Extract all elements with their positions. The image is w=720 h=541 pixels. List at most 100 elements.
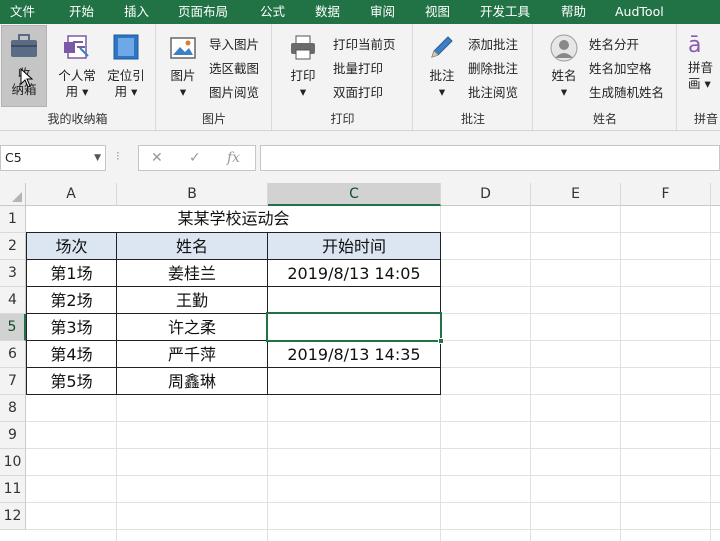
column-header-b[interactable]: B [117,183,268,206]
gridline [26,421,720,422]
row-header-3[interactable]: 3 [0,260,26,287]
table-cell[interactable]: 严千萍 [117,341,267,368]
tab-file[interactable]: 文件 [10,0,35,24]
table-cell[interactable]: 2019/8/13 14:35 [268,341,440,368]
table-border [26,286,441,287]
tab-developer[interactable]: 开发工具 [480,0,530,24]
sheet-title-cell[interactable]: 某某学校运动会 [27,206,440,232]
row-header-1[interactable]: 1 [0,206,26,233]
group-label-image: 图片 [201,112,226,126]
name-add-space-label: 姓名加空格 [589,61,652,76]
group-image: 图片 ▾ 导入图片 选区截图 图片阅览 图片 [157,24,272,130]
column-header-f[interactable]: F [621,183,711,206]
header-cell-round[interactable]: 场次 [27,233,116,260]
active-cell-selection[interactable] [266,312,444,344]
table-border [26,394,441,395]
column-header-d[interactable]: D [441,183,531,206]
comment-view-button[interactable]: 批注阅览 [468,82,518,104]
name-label: 姓名 ▾ [551,68,577,99]
header-cell-start-time[interactable]: 开始时间 [268,233,440,260]
comment-button[interactable]: 批注 ▾ [424,34,460,100]
table-cell[interactable]: 2019/8/13 14:05 [268,260,440,287]
locate-reference-button[interactable]: 定位引 用 ▾ [102,32,150,100]
locate-reference-icon [113,34,139,60]
print-button[interactable]: 打印 ▾ [285,34,321,100]
table-cell[interactable]: 许之柔 [117,314,267,341]
picture-icon [170,37,196,59]
formula-input[interactable] [260,145,720,171]
batch-print-button[interactable]: 批量打印 [333,58,383,80]
tab-review[interactable]: 审阅 [370,0,395,24]
tab-insert[interactable]: 插入 [124,0,149,24]
table-cell[interactable]: 第3场 [27,314,116,341]
tab-page-layout[interactable]: 页面布局 [178,0,228,24]
random-name-button[interactable]: 生成随机姓名 [589,82,664,104]
table-cell[interactable]: 第1场 [27,260,116,287]
tab-view[interactable]: 视图 [425,0,450,24]
random-name-label: 生成随机姓名 [589,85,665,100]
table-border [26,259,441,260]
gridline [26,448,720,449]
cancel-icon[interactable]: ✕ [151,146,163,170]
column-header-a[interactable]: A [26,183,117,206]
name-button[interactable]: 姓名 ▾ [546,34,582,100]
tab-data[interactable]: 数据 [315,0,340,24]
pinyin-button[interactable]: ā 拼音 画 ▾ [688,32,720,92]
row-header-8[interactable]: 8 [0,395,26,422]
select-all-corner[interactable] [0,183,26,206]
delete-comment-button[interactable]: 删除批注 [468,58,518,80]
image-button[interactable]: 图片 ▾ [165,34,201,100]
personal-common-button[interactable]: 个人常 用 ▾ [52,32,102,100]
worksheet-grid[interactable]: A B C D E F 1 2 3 4 5 6 7 8 9 10 11 12 某… [0,183,720,541]
region-capture-button[interactable]: 选区截图 [209,58,259,80]
import-image-label: 导入图片 [209,37,260,52]
group-comment: 批注 ▾ 添加批注 删除批注 批注阅览 批注 [414,24,533,130]
row-header-7[interactable]: 7 [0,368,26,395]
header-cell-name[interactable]: 姓名 [117,233,267,260]
group-pinyin: ā 拼音 画 ▾ 拼音 [678,24,720,130]
print-label: 打印 ▾ [290,68,316,99]
delete-comment-label: 删除批注 [468,61,519,76]
column-header-e[interactable]: E [531,183,621,206]
table-cell[interactable]: 第2场 [27,287,116,314]
row-header-5[interactable]: 5 [0,314,26,341]
row-header-12[interactable]: 12 [0,503,26,530]
duplex-print-label: 双面打印 [333,85,384,100]
name-add-space-button[interactable]: 姓名加空格 [589,58,652,80]
personal-document-icon [64,35,89,59]
confirm-icon[interactable]: ✓ [189,146,201,170]
table-cell[interactable]: 第4场 [27,341,116,368]
insert-function-icon[interactable]: fx [227,146,240,170]
column-header-g[interactable] [711,183,720,206]
fill-handle[interactable] [438,338,444,344]
duplex-print-button[interactable]: 双面打印 [333,82,383,104]
table-cell[interactable] [268,368,440,395]
print-current-page-button[interactable]: 打印当前页 [333,34,396,56]
batch-print-label: 批量打印 [333,61,384,76]
tab-home[interactable]: 开始 [69,0,94,24]
table-cell[interactable] [268,287,440,314]
row-header-10[interactable]: 10 [0,449,26,476]
table-cell[interactable]: 第5场 [27,368,116,395]
row-header-4[interactable]: 4 [0,287,26,314]
tab-audtool[interactable]: AudTool [615,0,664,24]
row-header-6[interactable]: 6 [0,341,26,368]
column-header-c[interactable]: C [268,183,441,206]
tab-formulas[interactable]: 公式 [260,0,285,24]
split-name-button[interactable]: 姓名分开 [589,34,639,56]
row-header-2[interactable]: 2 [0,233,26,260]
add-comment-button[interactable]: 添加批注 [468,34,518,56]
image-view-button[interactable]: 图片阅览 [209,82,259,104]
table-cell[interactable]: 姜桂兰 [117,260,267,287]
storage-box-button[interactable]: 收 纳箱 [2,32,46,98]
locate-reference-label: 定位引 用 ▾ [107,68,145,99]
row-header-11[interactable]: 11 [0,476,26,503]
table-cell[interactable]: 周鑫琳 [117,368,267,395]
chevron-down-icon[interactable]: ▼ [94,146,101,170]
row-header-9[interactable]: 9 [0,422,26,449]
tab-help[interactable]: 帮助 [561,0,586,24]
group-print: 打印 ▾ 打印当前页 批量打印 双面打印 打印 [273,24,413,130]
name-box[interactable]: C5 ▼ [0,145,106,171]
import-image-button[interactable]: 导入图片 [209,34,259,56]
table-cell[interactable]: 王勤 [117,287,267,314]
